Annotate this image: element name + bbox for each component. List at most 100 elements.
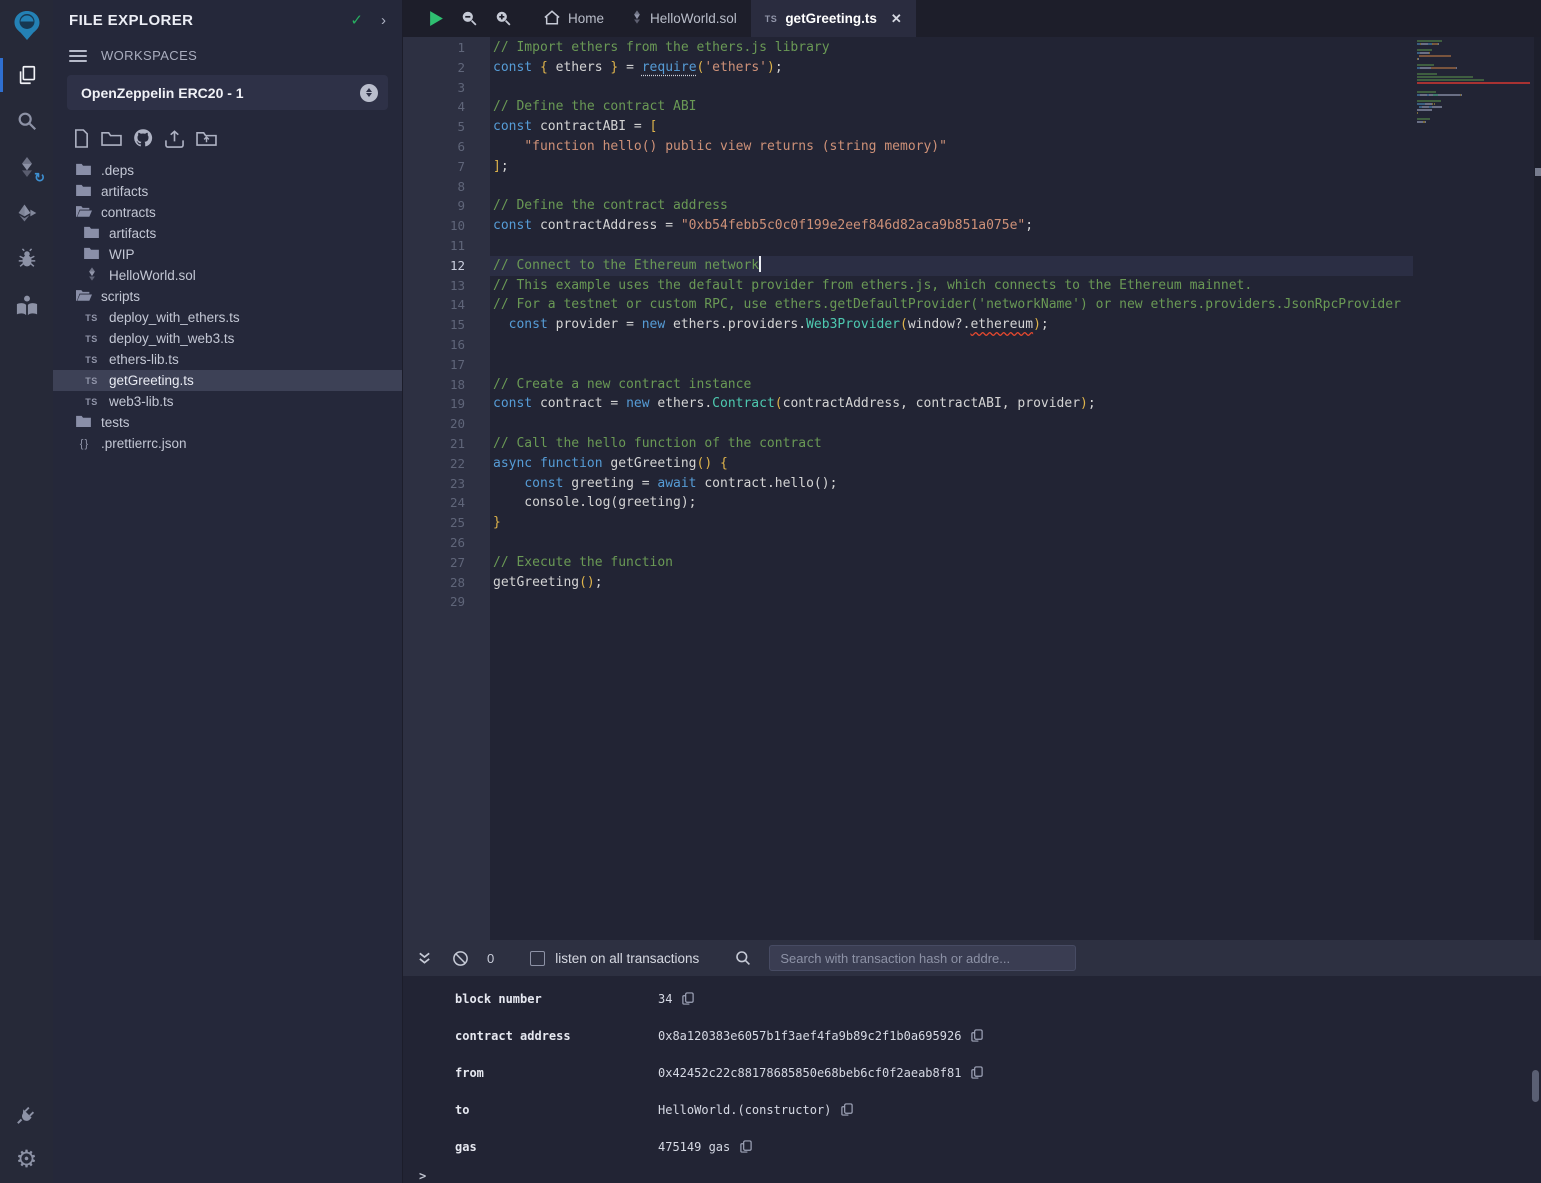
minimap-line xyxy=(1417,52,1534,54)
workspace-dropdown[interactable]: OpenZeppelin ERC20 - 1 xyxy=(67,75,388,110)
detail-value: 0x8a120383e6057b1f3aef4fa9b89c2f1b0a6959… xyxy=(658,1029,961,1043)
terminal-header: 0 listen on all transactions xyxy=(403,940,1541,976)
editor-toolbar xyxy=(403,0,530,37)
terminal-search-button[interactable] xyxy=(735,950,751,966)
terminal-scrollbar-thumb[interactable] xyxy=(1532,1070,1539,1102)
tab-getgreeting-ts[interactable]: TSgetGreeting.ts✕ xyxy=(751,0,916,37)
tree-item-tests[interactable]: tests xyxy=(53,412,402,433)
load-local-folder-button[interactable] xyxy=(196,129,217,147)
new-file-button[interactable] xyxy=(73,129,90,148)
copy-icon[interactable] xyxy=(971,1066,983,1079)
new-folder-icon xyxy=(101,129,122,147)
tree-item-artifacts[interactable]: artifacts xyxy=(53,181,402,202)
new-folder-button[interactable] xyxy=(101,129,122,147)
tree-item-helloworld-sol[interactable]: HelloWorld.sol xyxy=(53,265,402,286)
line-number: 3 xyxy=(403,78,490,98)
code-line: const contractABI = [ xyxy=(490,117,1413,137)
minimap-line xyxy=(1417,61,1534,63)
code-content[interactable]: // Import ethers from the ethers.js libr… xyxy=(490,37,1413,940)
code-line xyxy=(490,236,1413,256)
minimap-line xyxy=(1417,76,1534,78)
remix-logo-icon[interactable] xyxy=(0,0,53,52)
tree-item-contracts[interactable]: contracts xyxy=(53,202,402,223)
copy-icon[interactable] xyxy=(682,992,694,1005)
listen-transactions-checkbox[interactable] xyxy=(530,951,545,966)
line-number: 17 xyxy=(403,355,490,375)
line-number: 26 xyxy=(403,533,490,553)
minimap[interactable] xyxy=(1413,37,1534,940)
copy-icon[interactable] xyxy=(740,1140,752,1153)
tree-item-scripts[interactable]: scripts xyxy=(53,286,402,307)
minimap-line xyxy=(1417,64,1534,66)
clear-console-button[interactable] xyxy=(452,950,469,967)
gear-icon: ⚙ xyxy=(16,1148,38,1172)
tree-item-web3-lib-ts[interactable]: TSweb3-lib.ts xyxy=(53,391,402,412)
workspaces-menu-icon[interactable] xyxy=(69,50,87,62)
search-icon xyxy=(16,110,38,132)
tree-item-deploy-with-web3-ts[interactable]: TSdeploy_with_web3.ts xyxy=(53,328,402,349)
editor-scrollbar-thumb[interactable] xyxy=(1535,168,1541,176)
sidebar-item-solidity-compiler[interactable]: ↻ xyxy=(0,144,53,190)
code-line: // Import ethers from the ethers.js libr… xyxy=(490,38,1413,58)
tree-item-artifacts[interactable]: artifacts xyxy=(53,223,402,244)
tree-item-getgreeting-ts[interactable]: TSgetGreeting.ts xyxy=(53,370,402,391)
tree-item-label: ethers-lib.ts xyxy=(109,352,179,367)
line-number: 20 xyxy=(403,414,490,434)
panel-title: FILE EXPLORER xyxy=(69,12,350,29)
line-number: 25 xyxy=(403,513,490,533)
check-icon[interactable]: ✓ xyxy=(350,11,363,29)
workspace-selected-name: OpenZeppelin ERC20 - 1 xyxy=(81,85,360,101)
minimap-line xyxy=(1417,100,1534,102)
detail-value: HelloWorld.(constructor) xyxy=(658,1103,831,1117)
workspaces-label: WORKSPACES xyxy=(101,48,197,63)
zoom-out-button[interactable] xyxy=(461,10,478,27)
tree-item-ethers-lib-ts[interactable]: TSethers-lib.ts xyxy=(53,349,402,370)
sidebar-item-settings[interactable]: ⚙ xyxy=(0,1137,53,1183)
copy-icon[interactable] xyxy=(841,1103,853,1116)
zoom-in-button[interactable] xyxy=(495,10,512,27)
sidebar-item-learneth[interactable] xyxy=(0,282,53,328)
file-actions-toolbar xyxy=(53,110,402,156)
sidebar-item-file-explorer[interactable] xyxy=(0,52,53,98)
expand-terminal-button[interactable] xyxy=(417,951,432,966)
minimap-line xyxy=(1417,79,1534,81)
tab-home[interactable]: Home xyxy=(530,0,618,37)
code-line: console.log(greeting); xyxy=(490,493,1413,513)
sidebar-item-plugin-manager[interactable] xyxy=(0,1091,53,1137)
copy-icon[interactable] xyxy=(971,1029,983,1042)
line-number: 8 xyxy=(403,177,490,197)
folder-icon xyxy=(76,415,91,430)
line-number: 4 xyxy=(403,97,490,117)
zoom-in-icon xyxy=(495,10,512,27)
code-line: ]; xyxy=(490,157,1413,177)
tree-item-label: artifacts xyxy=(101,184,148,199)
folder-icon xyxy=(84,247,99,262)
tree-item--prettierrc-json[interactable]: { }.prettierrc.json xyxy=(53,433,402,454)
tree-item-wip[interactable]: WIP xyxy=(53,244,402,265)
tree-item--deps[interactable]: .deps xyxy=(53,160,402,181)
transaction-search-input[interactable] xyxy=(769,945,1076,971)
sidebar-item-debugger[interactable] xyxy=(0,236,53,282)
tree-item-deploy-with-ethers-ts[interactable]: TSdeploy_with_ethers.ts xyxy=(53,307,402,328)
tree-item-label: deploy_with_ethers.ts xyxy=(109,310,240,325)
editor-and-terminal: HomeHelloWorld.solTSgetGreeting.ts✕ 1234… xyxy=(403,0,1541,1183)
minimap-line xyxy=(1417,124,1534,126)
minimap-line xyxy=(1417,73,1534,75)
publish-gist-button[interactable] xyxy=(164,129,185,148)
sidebar-item-search[interactable] xyxy=(0,98,53,144)
code-line xyxy=(490,335,1413,355)
sidebar-item-deploy-and-run[interactable] xyxy=(0,190,53,236)
line-number: 7 xyxy=(403,157,490,177)
minimap-line xyxy=(1417,121,1534,123)
close-tab-icon[interactable]: ✕ xyxy=(891,11,902,27)
folder-upload-icon xyxy=(196,129,217,147)
tab-helloworld-sol[interactable]: HelloWorld.sol xyxy=(618,0,751,37)
remix-logo-glyph xyxy=(9,8,45,44)
run-script-button[interactable] xyxy=(429,10,444,27)
chevron-right-icon[interactable]: › xyxy=(381,12,386,29)
tree-item-label: tests xyxy=(101,415,130,430)
code-line: // Execute the function xyxy=(490,553,1413,573)
github-clone-button[interactable] xyxy=(133,128,153,148)
transaction-detail-row: contract address0x8a120383e6057b1f3aef4f… xyxy=(403,1017,1541,1054)
line-number: 23 xyxy=(403,474,490,494)
